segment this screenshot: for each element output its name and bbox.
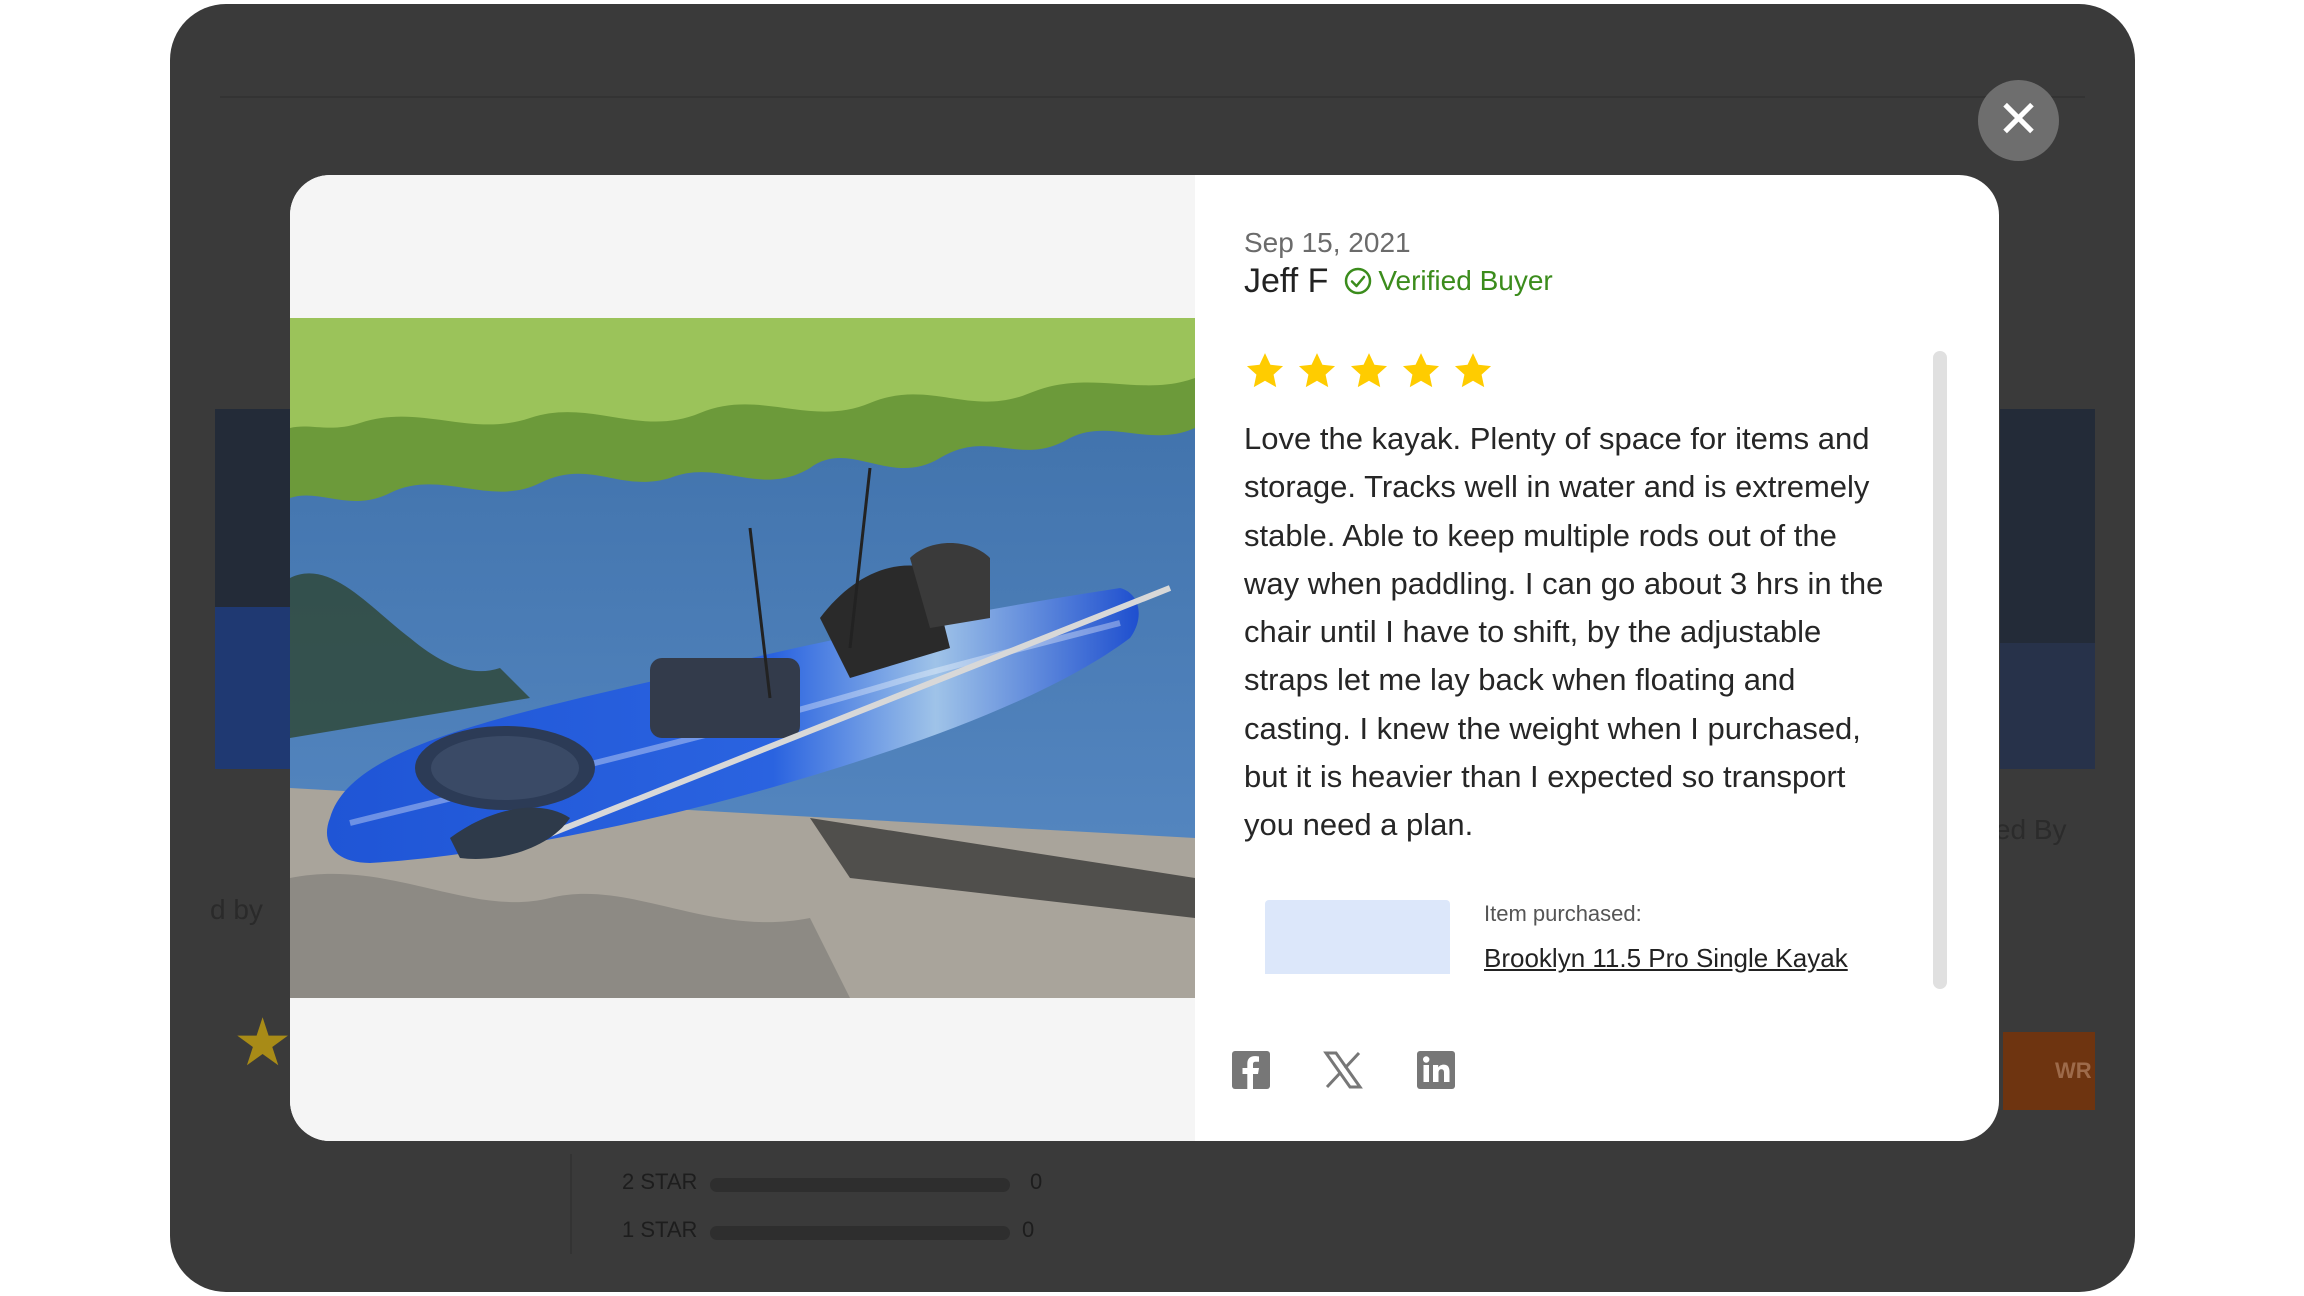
facebook-share-button[interactable]: [1229, 1048, 1273, 1092]
x-icon: [1323, 1051, 1363, 1089]
facebook-icon: [1232, 1051, 1270, 1089]
linkedin-icon: [1417, 1051, 1455, 1089]
linkedin-share-button[interactable]: [1414, 1048, 1458, 1092]
background-photo-right: [2000, 409, 2095, 769]
x-share-button[interactable]: [1321, 1048, 1365, 1092]
write-review-button[interactable]: WR: [2003, 1032, 2095, 1110]
star-icon: [1298, 353, 1336, 388]
verified-badge: Verified Buyer: [1344, 265, 1553, 297]
star-icon: [1350, 353, 1388, 388]
review-modal: Sep 15, 2021 Jeff F Verified Buyer Love …: [290, 175, 1999, 1141]
close-icon: ✕: [1996, 91, 2041, 149]
header-divider: [220, 96, 2085, 98]
star-icon: [1402, 353, 1440, 388]
check-circle-icon: [1345, 267, 1372, 295]
reviewer-row: Jeff F Verified Buyer: [1244, 259, 1553, 303]
rating-bar: [710, 1178, 1010, 1192]
rating-bar: [710, 1226, 1010, 1240]
review-pane: Sep 15, 2021 Jeff F Verified Buyer Love …: [1195, 175, 1999, 1141]
media-pane: [290, 175, 1195, 1141]
close-button[interactable]: ✕: [1978, 80, 2059, 161]
product-thumbnail[interactable]: [1265, 900, 1450, 974]
background-powered-by-left: d by: [210, 894, 263, 925]
star-icon: [1246, 353, 1284, 388]
review-date: Sep 15, 2021: [1244, 227, 1411, 258]
item-purchased-link[interactable]: Brooklyn 11.5 Pro Single Kayak: [1484, 943, 1848, 974]
review-scrollbar[interactable]: [1933, 351, 1947, 989]
review-photo[interactable]: [290, 318, 1195, 998]
reviewer-name: Jeff F: [1244, 261, 1329, 300]
star-icon: [1454, 353, 1492, 388]
background-star-icon: ★: [233, 1005, 293, 1079]
verified-label: Verified Buyer: [1378, 265, 1553, 296]
review-body: Love the kayak. Plenty of space for item…: [1244, 421, 1884, 843]
item-purchased-label: Item purchased:: [1484, 901, 1642, 926]
star-rating: [1244, 350, 1494, 392]
background-divider: [570, 1154, 572, 1254]
